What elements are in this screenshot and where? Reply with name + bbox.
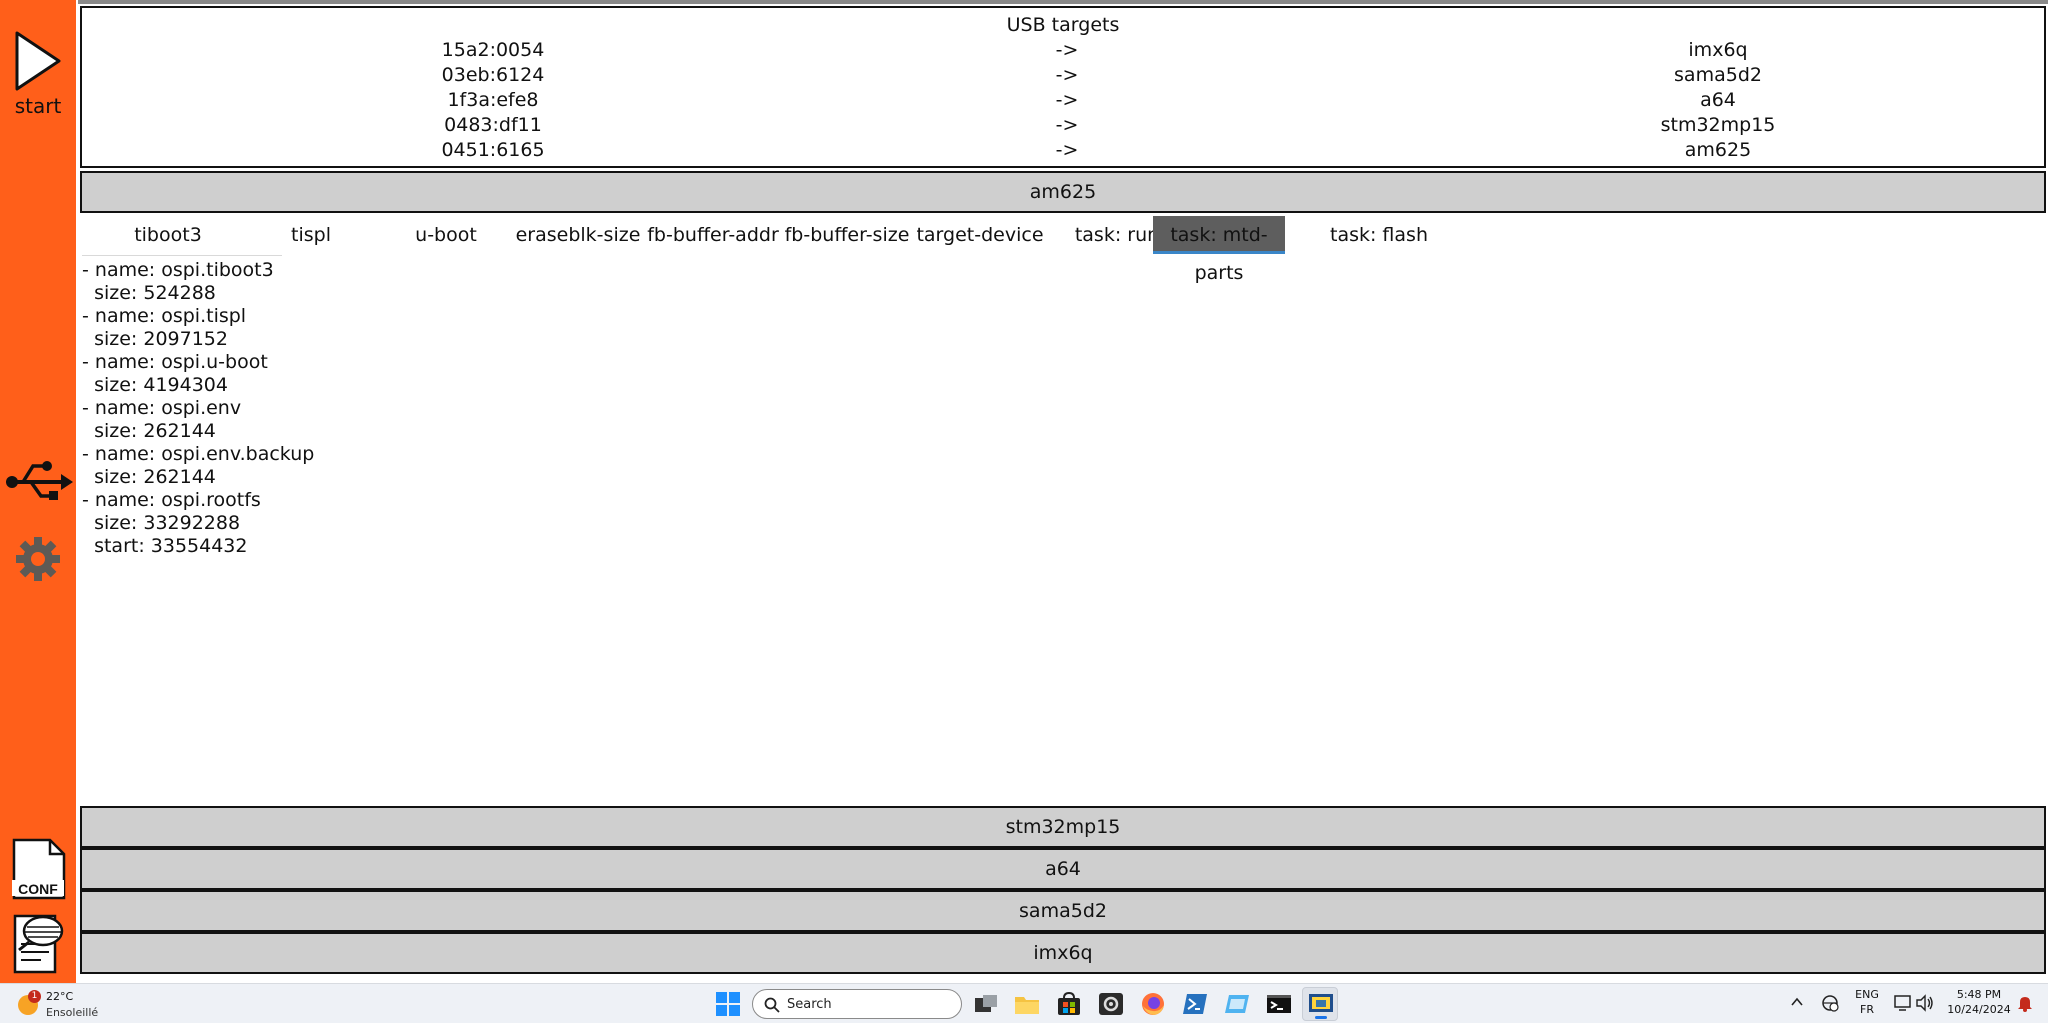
notification-bell-icon[interactable] [2016, 994, 2038, 1018]
main-panel: USB targets 15a2:0054 -> imx6q 03eb:6124… [78, 0, 2048, 983]
mtd-parts-content: - name: ospi.tiboot3 size: 524288- name:… [82, 259, 314, 558]
content-line: start: 33554432 [82, 535, 248, 557]
content-line: size: 262144 [82, 466, 216, 488]
usb-target-row: 0451:6165 -> am625 [82, 139, 2044, 164]
display-icon[interactable] [1893, 994, 1915, 1018]
device-header-imx6q[interactable]: imx6q [80, 932, 2046, 974]
sidebar: start CONF [0, 0, 76, 983]
content-line: size: 524288 [82, 282, 216, 304]
content-line: - name: ospi.env [82, 397, 242, 419]
usb-id: 0451:6165 [441, 139, 545, 161]
powershell-icon[interactable] [1182, 992, 1208, 1016]
content-line: - name: ospi.env.backup [82, 443, 315, 465]
usb-id: 0483:df11 [444, 114, 542, 136]
usb-target-row: 0483:df11 -> stm32mp15 [82, 114, 2044, 139]
usb-arrow: -> [1055, 64, 1079, 86]
content-line: - name: ospi.u-boot [82, 351, 268, 373]
clock[interactable]: 5:48 PM 10/24/2024 [1944, 988, 2014, 1016]
gear-icon [16, 537, 60, 581]
usb-target-row: 03eb:6124 -> sama5d2 [82, 64, 2044, 89]
tab-tispl[interactable]: tispl [251, 216, 371, 254]
tab-tiboot3[interactable]: tiboot3 [98, 216, 238, 254]
config-file-button[interactable]: CONF [0, 838, 76, 900]
usb-target-row: 1f3a:efe8 -> a64 [82, 89, 2044, 114]
content-line: size: 2097152 [82, 328, 228, 350]
weather-condition: Ensoleillé [46, 1006, 99, 1019]
tab-bar: tiboot3 tispl u-boot eraseblk-size fb-bu… [78, 216, 1578, 284]
remote-desktop-icon[interactable] [1224, 992, 1250, 1016]
taskbar-search[interactable] [752, 989, 962, 1019]
device-header-a64[interactable]: a64 [80, 848, 2046, 890]
notification-badge: 1 [28, 990, 41, 1003]
config-file-icon: CONF [12, 838, 66, 900]
usb-arrow: -> [1055, 39, 1079, 61]
usb-target-name: am625 [1684, 139, 1752, 161]
clock-time: 5:48 PM [1956, 988, 2002, 1001]
content-line: size: 262144 [82, 420, 216, 442]
search-input[interactable] [787, 994, 952, 1014]
log-viewer-button[interactable] [0, 914, 76, 976]
usb-target-name: a64 [1700, 89, 1736, 111]
task-view-icon[interactable] [973, 992, 999, 1016]
content-line: size: 4194304 [82, 374, 228, 396]
taskbar: 1 22°C Ensoleillé Search ENG FR 5:48 PM … [0, 983, 2048, 1023]
active-app-icon[interactable] [1302, 987, 1338, 1021]
weather-temperature: 22°C [46, 990, 74, 1003]
chevron-up-icon[interactable] [1789, 994, 1809, 1018]
usb-target-row: 15a2:0054 -> imx6q [82, 39, 2044, 64]
language-indicator[interactable]: ENG FR [1850, 988, 1884, 1016]
usb-target-name: imx6q [1688, 39, 1748, 61]
clock-date: 10/24/2024 [1947, 1003, 2011, 1016]
windows-start-icon[interactable] [716, 992, 742, 1016]
content-line: - name: ospi.tiboot3 [82, 259, 274, 281]
start-button[interactable]: start [0, 30, 76, 118]
settings-app-icon[interactable] [1098, 992, 1124, 1016]
search-icon [764, 997, 780, 1013]
content-line: - name: ospi.tispl [82, 305, 247, 327]
usb-id: 03eb:6124 [441, 64, 545, 86]
application-window: start CONF USB targets 15a2:0054 -> imx6… [0, 0, 2048, 1023]
language-code: ENG [1855, 988, 1879, 1001]
usb-icon [6, 461, 73, 500]
usb-targets-title: USB targets [1006, 14, 1120, 36]
tab-divider [82, 255, 282, 256]
start-label: start [14, 94, 62, 118]
usb-target-name: stm32mp15 [1660, 114, 1776, 136]
weather-widget[interactable]: 1 22°C Ensoleillé [18, 988, 108, 1020]
usb-id: 1f3a:efe8 [447, 89, 539, 111]
device-header-am625[interactable]: am625 [80, 171, 2046, 213]
document-magnifier-icon [13, 914, 64, 974]
firefox-icon[interactable] [1140, 992, 1166, 1016]
conf-label: CONF [18, 881, 58, 897]
settings-button[interactable] [0, 536, 76, 582]
keyboard-layout: FR [1860, 1003, 1874, 1016]
tab-task-mtd-parts[interactable]: task: mtd-parts [1153, 216, 1285, 284]
tab-task-flash[interactable]: task: flash [1304, 216, 1454, 254]
usb-target-name: sama5d2 [1674, 64, 1762, 86]
usb-id: 15a2:0054 [441, 39, 545, 61]
top-border [78, 0, 2048, 4]
device-header-sama5d2[interactable]: sama5d2 [80, 890, 2046, 932]
usb-arrow: -> [1055, 89, 1079, 111]
usb-arrow: -> [1055, 114, 1079, 136]
store-icon[interactable] [1056, 991, 1082, 1016]
play-icon [15, 31, 61, 91]
terminal-icon[interactable] [1266, 992, 1292, 1016]
usb-arrow: -> [1055, 139, 1079, 161]
usb-button[interactable] [0, 458, 76, 502]
content-line: - name: ospi.rootfs [82, 489, 261, 511]
device-header-stm32mp15[interactable]: stm32mp15 [80, 806, 2046, 848]
volume-icon[interactable] [1915, 994, 1937, 1018]
usb-targets-panel: USB targets 15a2:0054 -> imx6q 03eb:6124… [80, 6, 2046, 168]
file-explorer-icon[interactable] [1014, 992, 1040, 1016]
network-status-icon[interactable] [1820, 994, 1842, 1018]
content-line: size: 33292288 [82, 512, 241, 534]
